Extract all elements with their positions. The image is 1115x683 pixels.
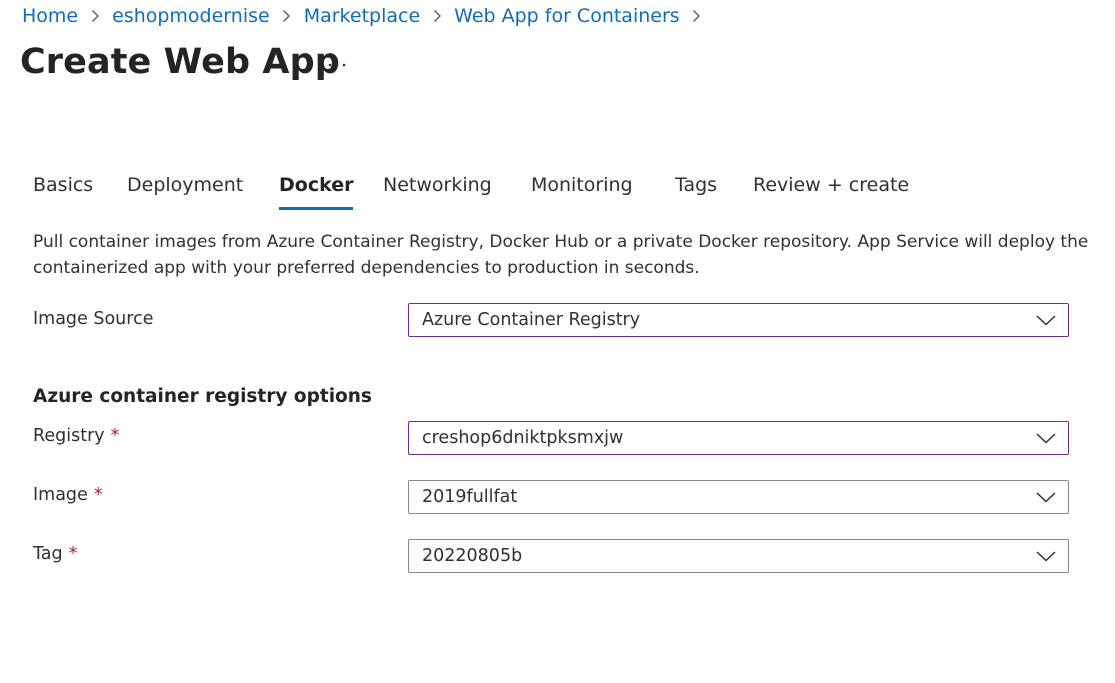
registry-dropdown[interactable]: creshop6dniktpksmxjw (408, 421, 1069, 455)
breadcrumb-resource-group-link[interactable]: eshopmodernise (112, 5, 270, 27)
more-options-button[interactable] (320, 52, 354, 78)
image-source-value: Azure Container Registry (422, 310, 641, 330)
chevron-down-icon (1024, 540, 1068, 572)
chevron-down-icon (1024, 422, 1068, 454)
tab-docker[interactable]: Docker (279, 170, 354, 210)
tab-tags[interactable]: Tags (675, 170, 717, 210)
tab-basics[interactable]: Basics (33, 170, 93, 210)
image-label: Image * (33, 485, 103, 505)
image-dropdown[interactable]: 2019fullfat (408, 480, 1069, 514)
required-asterisk: * (68, 544, 78, 564)
chevron-down-icon (1024, 304, 1068, 336)
image-source-dropdown[interactable]: Azure Container Registry (408, 303, 1069, 337)
breadcrumb-web-app-for-containers-link[interactable]: Web App for Containers (454, 5, 680, 27)
registry-value: creshop6dniktpksmxjw (422, 428, 624, 448)
chevron-right-icon (270, 3, 304, 29)
tag-label: Tag * (33, 544, 78, 564)
registry-options-heading: Azure container registry options (33, 386, 372, 407)
breadcrumb-home-link[interactable]: Home (22, 5, 78, 27)
tab-review-create[interactable]: Review + create (753, 170, 909, 210)
breadcrumb: Home eshopmodernise Marketplace Web App … (22, 3, 714, 29)
page-title: Create Web App (20, 42, 340, 82)
tab-networking[interactable]: Networking (383, 170, 492, 210)
ellipsis-icon (328, 63, 346, 67)
active-tab-indicator (279, 207, 354, 210)
tag-dropdown[interactable]: 20220805b (408, 539, 1069, 573)
registry-label: Registry * (33, 426, 120, 446)
tag-value: 20220805b (422, 546, 523, 566)
breadcrumb-marketplace-link[interactable]: Marketplace (304, 5, 420, 27)
image-source-label: Image Source (33, 309, 154, 329)
docker-description: Pull container images from Azure Contain… (33, 232, 1089, 278)
tab-monitoring[interactable]: Monitoring (531, 170, 633, 210)
required-asterisk: * (93, 485, 103, 505)
image-value: 2019fullfat (422, 487, 518, 507)
chevron-right-icon (680, 3, 714, 29)
chevron-down-icon (1024, 481, 1068, 513)
required-asterisk: * (110, 426, 120, 446)
tab-deployment[interactable]: Deployment (127, 170, 243, 210)
chevron-right-icon (420, 3, 454, 29)
chevron-right-icon (78, 3, 112, 29)
